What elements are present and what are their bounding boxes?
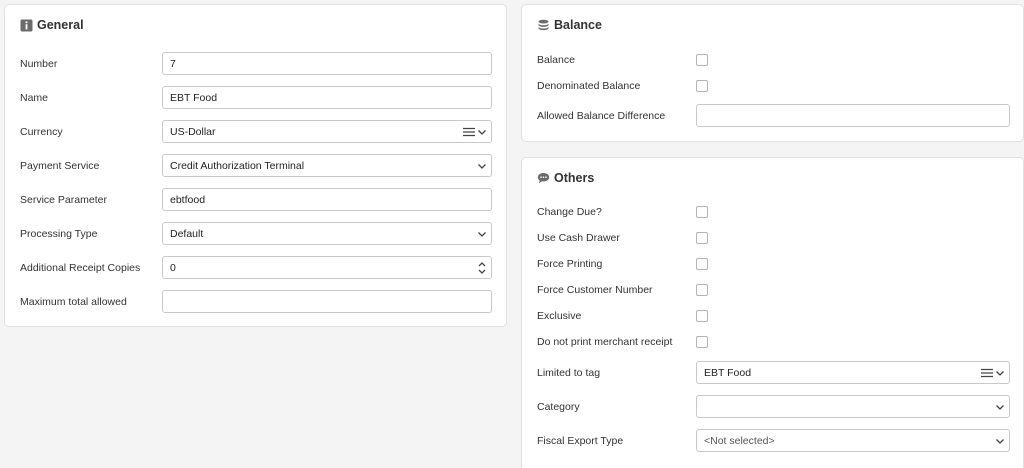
- force-customer-number-label: Force Customer Number: [537, 284, 653, 296]
- exclusive-checkbox[interactable]: [696, 310, 708, 322]
- limited-to-tag-select[interactable]: EBT Food: [696, 361, 1010, 384]
- maximum-total-allowed-input[interactable]: [162, 290, 492, 313]
- category-label: Category: [537, 401, 580, 413]
- force-customer-number-checkbox[interactable]: [696, 284, 708, 296]
- payment-service-select[interactable]: Credit Authorization Terminal: [162, 154, 492, 177]
- chevron-down-icon: [995, 368, 1005, 378]
- others-panel-title: Others: [537, 171, 594, 185]
- balance-checkbox[interactable]: [696, 54, 708, 66]
- fiscal-export-type-label: Fiscal Export Type: [537, 435, 624, 447]
- force-printing-checkbox[interactable]: [696, 258, 708, 270]
- number-label: Number: [20, 58, 58, 70]
- balance-panel-title: Balance: [537, 18, 602, 32]
- list-icon[interactable]: [463, 126, 475, 138]
- list-icon[interactable]: [981, 367, 993, 379]
- name-label: Name: [20, 92, 49, 104]
- chevron-down-icon: [995, 402, 1005, 412]
- denominated-balance-checkbox[interactable]: [696, 80, 708, 92]
- payment-service-value: Credit Authorization Terminal: [170, 159, 305, 172]
- currency-value: US-Dollar: [170, 125, 216, 138]
- service-parameter-value: ebtfood: [170, 193, 206, 206]
- currency-select[interactable]: US-Dollar: [162, 120, 492, 143]
- processing-type-value: Default: [170, 227, 204, 240]
- change-due-checkbox[interactable]: [696, 206, 708, 218]
- general-title-text: General: [37, 18, 84, 32]
- limited-to-tag-value: EBT Food: [704, 366, 752, 379]
- additional-receipt-copies-input[interactable]: 0: [162, 256, 492, 279]
- info-icon: [20, 19, 33, 32]
- limited-to-tag-label: Limited to tag: [537, 367, 601, 379]
- general-panel: General Number 7 Name EBT Food Currency …: [4, 4, 507, 327]
- speech-bubble-icon: [537, 172, 550, 185]
- balance-panel: Balance Balance Denominated Balance Allo…: [521, 4, 1024, 142]
- others-panel: Others Change Due? Use Cash Drawer Force…: [521, 157, 1024, 468]
- name-value: EBT Food: [170, 91, 218, 104]
- additional-receipt-copies-value: 0: [170, 261, 176, 274]
- do-not-print-merchant-receipt-label: Do not print merchant receipt: [537, 336, 673, 348]
- exclusive-label: Exclusive: [537, 310, 582, 322]
- maximum-total-allowed-label: Maximum total allowed: [20, 296, 127, 308]
- allowed-balance-difference-label: Allowed Balance Difference: [537, 110, 666, 122]
- service-parameter-label: Service Parameter: [20, 194, 107, 206]
- denominated-balance-label: Denominated Balance: [537, 80, 641, 92]
- force-printing-label: Force Printing: [537, 258, 603, 270]
- coins-icon: [537, 19, 550, 32]
- number-input[interactable]: 7: [162, 52, 492, 75]
- processing-type-label: Processing Type: [20, 228, 98, 240]
- use-cash-drawer-checkbox[interactable]: [696, 232, 708, 244]
- chevron-down-icon: [477, 127, 487, 137]
- processing-type-select[interactable]: Default: [162, 222, 492, 245]
- number-value: 7: [170, 57, 176, 70]
- fiscal-export-type-select[interactable]: <Not selected>: [696, 429, 1010, 452]
- spinner-arrows-icon[interactable]: [477, 260, 487, 276]
- fiscal-export-type-value: <Not selected>: [704, 434, 775, 447]
- service-parameter-input[interactable]: ebtfood: [162, 188, 492, 211]
- name-input[interactable]: EBT Food: [162, 86, 492, 109]
- additional-receipt-copies-label: Additional Receipt Copies: [20, 262, 141, 274]
- change-due-label: Change Due?: [537, 206, 602, 218]
- chevron-down-icon: [995, 436, 1005, 446]
- allowed-balance-difference-input[interactable]: [696, 104, 1010, 127]
- others-title-text: Others: [554, 171, 595, 185]
- chevron-down-icon: [477, 161, 487, 171]
- currency-label: Currency: [20, 126, 63, 138]
- balance-label: Balance: [537, 54, 575, 66]
- balance-title-text: Balance: [554, 18, 602, 32]
- use-cash-drawer-label: Use Cash Drawer: [537, 232, 620, 244]
- category-select[interactable]: [696, 395, 1010, 418]
- payment-service-label: Payment Service: [20, 160, 100, 172]
- chevron-down-icon: [477, 229, 487, 239]
- do-not-print-merchant-receipt-checkbox[interactable]: [696, 336, 708, 348]
- general-panel-title: General: [20, 18, 84, 32]
